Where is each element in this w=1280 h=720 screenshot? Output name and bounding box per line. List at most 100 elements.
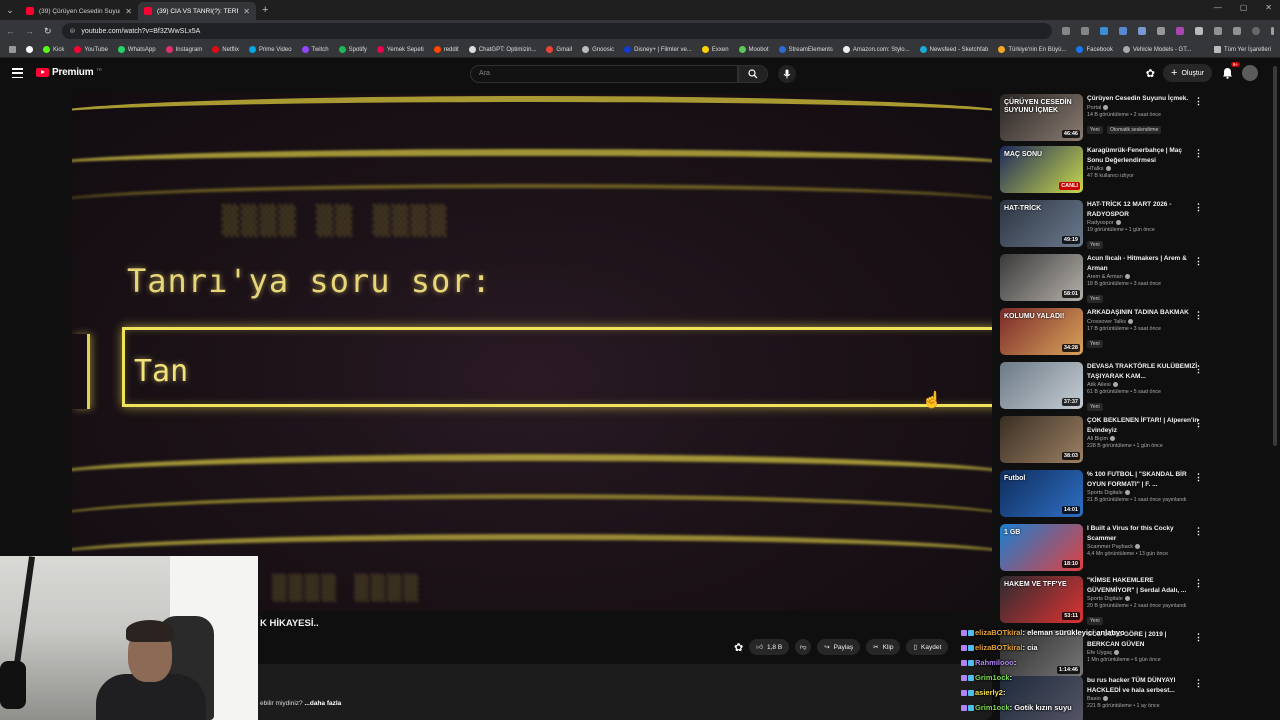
video-thumbnail[interactable]: MAÇ SONU CANLI bbox=[1000, 146, 1083, 193]
bookmark-item[interactable]: Gnoosic bbox=[577, 46, 619, 53]
like-button[interactable]: 👍︎ 1,8 B bbox=[749, 639, 790, 655]
extension-icon[interactable] bbox=[1100, 27, 1108, 35]
bookmark-item[interactable]: Disney+ | Filmler ve... bbox=[619, 46, 697, 53]
sidebar-panel-icon[interactable] bbox=[1233, 27, 1241, 35]
video-title[interactable]: % 100 FUTBOL | "SKANDAL BİR OYUN FORMATI… bbox=[1087, 470, 1199, 489]
bookmark-item[interactable]: Amazon.com: Stylo... bbox=[838, 46, 915, 53]
bookmark-item[interactable]: Türkiye'nin En Büyü... bbox=[993, 46, 1071, 53]
recommended-video[interactable]: Futbol 14:01 % 100 FUTBOL | "SKANDAL BİR O… bbox=[1000, 470, 1270, 522]
maximize-icon[interactable]: ▢ bbox=[1240, 3, 1248, 12]
channel-name[interactable]: Atik Ailesi bbox=[1087, 382, 1199, 388]
video-thumbnail[interactable]: HAKEM VE TFF'YE 53:11 bbox=[1000, 576, 1083, 623]
avatar[interactable] bbox=[1242, 65, 1258, 81]
tab-close-icon[interactable]: ✕ bbox=[243, 7, 250, 16]
channel-name[interactable]: HTalks bbox=[1087, 166, 1199, 172]
bookmark-item[interactable]: reddit bbox=[429, 46, 464, 53]
video-thumbnail[interactable]: 58:01 bbox=[1000, 254, 1083, 301]
browser-menu-icon[interactable] bbox=[1271, 27, 1274, 35]
channel-gear-icon[interactable]: ✿ bbox=[734, 641, 743, 654]
show-more-link[interactable]: ...daha fazla bbox=[304, 700, 341, 707]
recommended-video[interactable]: MAÇ SONU CANLI Karagümrük-Fenerbahçe | Maç… bbox=[1000, 146, 1270, 198]
browser-tab[interactable]: (39) Çürüyen Cesedin Suyunu İçmek ✕ bbox=[20, 2, 138, 20]
reload-icon[interactable]: ↻ bbox=[44, 26, 52, 37]
video-thumbnail[interactable]: KOLUMU YALADI! 34:28 bbox=[1000, 308, 1083, 355]
bookmark-item[interactable]: Moobot bbox=[734, 46, 774, 53]
bookmark-item[interactable]: Yemek Sepeti bbox=[372, 46, 429, 53]
chat-username[interactable]: asierly2 bbox=[975, 688, 1003, 697]
bookmark-item[interactable]: Spotify bbox=[334, 46, 372, 53]
recommended-video[interactable]: HAKEM VE TFF'YE 53:11 "KİMSE HAKEMLERE GÜV… bbox=[1000, 576, 1270, 628]
more-options-icon[interactable]: ⋮ bbox=[1194, 578, 1203, 589]
new-tab-icon[interactable]: + bbox=[262, 4, 268, 16]
extension-icon[interactable] bbox=[1062, 27, 1070, 35]
channel-name[interactable]: Sports Digitale bbox=[1087, 596, 1199, 602]
channel-name[interactable]: Sports Digitale bbox=[1087, 490, 1199, 496]
bookmark-item[interactable]: Kick bbox=[38, 46, 69, 53]
recommended-video[interactable]: ÇÜRÜYEN CESEDİN SUYUNU İÇMEK 46:46 Çürüyen… bbox=[1000, 94, 1270, 146]
recommended-video[interactable]: 37:37 DEVASA TRAKTÖRLE KULÜBEMIZİ TAŞIYAR… bbox=[1000, 362, 1270, 414]
cast-gear-icon[interactable]: ✿ bbox=[1146, 67, 1155, 80]
more-options-icon[interactable]: ⋮ bbox=[1194, 310, 1203, 321]
extension-icon[interactable] bbox=[1176, 27, 1184, 35]
bookmark-item[interactable]: ChatGPT: Optimizin... bbox=[464, 46, 542, 53]
video-thumbnail[interactable]: 38:03 bbox=[1000, 416, 1083, 463]
recommended-video[interactable]: 58:01 Acun Ilıcalı - Hitmakers | Arem & A… bbox=[1000, 254, 1270, 306]
video-title[interactable]: Acun Ilıcalı - Hitmakers | Arem & Arman bbox=[1087, 254, 1199, 273]
back-icon[interactable]: ← bbox=[6, 26, 15, 36]
channel-name[interactable]: Radyospor bbox=[1087, 220, 1199, 226]
extension-icon[interactable] bbox=[1138, 27, 1146, 35]
chat-username[interactable]: Grim1ock bbox=[975, 673, 1010, 682]
more-options-icon[interactable]: ⋮ bbox=[1194, 202, 1203, 213]
bookmark-item[interactable]: Facebook bbox=[1071, 46, 1117, 53]
tab-close-icon[interactable]: ✕ bbox=[125, 7, 132, 16]
extension-icon[interactable] bbox=[1195, 27, 1203, 35]
share-button[interactable]: ↪ Paylaş bbox=[817, 639, 861, 655]
notifications-button[interactable]: 9+ bbox=[1220, 62, 1240, 80]
video-thumbnail[interactable]: 37:37 bbox=[1000, 362, 1083, 409]
extension-icon[interactable] bbox=[1157, 27, 1165, 35]
page-scrollbar[interactable] bbox=[1273, 66, 1277, 446]
chat-username[interactable]: Rahmilooo bbox=[975, 658, 1014, 667]
recommended-video[interactable]: HAT-TRİCK 49:19 HAT-TRİCK 12 MART 2026 - R… bbox=[1000, 200, 1270, 252]
video-player[interactable]: ▒▒▒▒ ▒▒ ▒▒▒▒ Tanrı'ya soru sor: Tan ▒▒▒▒… bbox=[72, 94, 992, 611]
video-thumbnail[interactable]: ÇÜRÜYEN CESEDİN SUYUNU İÇMEK 46:46 bbox=[1000, 94, 1083, 141]
bookmark-item[interactable]: StreamElements bbox=[774, 46, 838, 53]
chat-username[interactable]: elizaBOTkiral bbox=[975, 643, 1023, 652]
browser-tab-active[interactable]: (39) CIA VS TANRI(?): TERRY DAVIS ✕ bbox=[138, 2, 256, 20]
search-button[interactable] bbox=[738, 65, 768, 83]
channel-name[interactable]: Arem & Arman bbox=[1087, 274, 1199, 280]
bookmark-item[interactable]: Netflix bbox=[207, 46, 244, 53]
more-options-icon[interactable]: ⋮ bbox=[1194, 96, 1203, 107]
window-close-icon[interactable]: ✕ bbox=[1265, 3, 1272, 12]
video-title[interactable]: Karagümrük-Fenerbahçe | Maç Sonu Değerle… bbox=[1087, 146, 1199, 165]
video-thumbnail[interactable]: Futbol 14:01 bbox=[1000, 470, 1083, 517]
profile-icon[interactable] bbox=[1252, 27, 1260, 35]
bookmark-item[interactable]: Instagram bbox=[161, 46, 208, 53]
video-title[interactable]: I Built a Virus for this Cocky Scammer bbox=[1087, 524, 1199, 543]
chat-username[interactable]: Grim1ock bbox=[975, 703, 1010, 712]
bookmark-item[interactable]: Exxen bbox=[697, 46, 734, 53]
video-title[interactable]: DEVASA TRAKTÖRLE KULÜBEMIZİ TAŞIYARAK KA… bbox=[1087, 362, 1199, 381]
bookmark-item[interactable]: Newsfeed - Sketchfab bbox=[915, 46, 994, 53]
url-bar[interactable]: ⊜ youtube.com/watch?v=Bf3ZWwSLx5A bbox=[61, 23, 1052, 39]
extension-icon[interactable] bbox=[1119, 27, 1127, 35]
more-options-icon[interactable]: ⋮ bbox=[1194, 148, 1203, 159]
recommended-video[interactable]: KOLUMU YALADI! 34:28 ARKADAŞININ TADINA BA… bbox=[1000, 308, 1270, 360]
more-options-icon[interactable]: ⋮ bbox=[1194, 364, 1203, 375]
create-button[interactable]: + Oluştur bbox=[1163, 64, 1212, 82]
channel-name[interactable]: Crossover Talks bbox=[1087, 319, 1199, 325]
channel-name[interactable]: Portal bbox=[1087, 105, 1199, 111]
more-options-icon[interactable]: ⋮ bbox=[1194, 256, 1203, 267]
video-thumbnail[interactable]: HAT-TRİCK 49:19 bbox=[1000, 200, 1083, 247]
bookmark-item[interactable]: Gmail bbox=[541, 46, 577, 53]
channel-name[interactable]: Scammer Payback bbox=[1087, 544, 1199, 550]
apps-grid-icon[interactable] bbox=[4, 46, 21, 53]
save-button[interactable]: ▯ Kaydet bbox=[906, 639, 949, 655]
chat-username[interactable]: elizaBOTkiral bbox=[975, 628, 1023, 637]
bookmark-item[interactable]: Prime Video bbox=[244, 46, 297, 53]
site-info-icon[interactable]: ⊜ bbox=[70, 27, 76, 35]
bookmark-item[interactable]: YouTube bbox=[69, 46, 113, 53]
more-options-icon[interactable]: ⋮ bbox=[1194, 472, 1203, 483]
more-options-icon[interactable]: ⋮ bbox=[1194, 526, 1203, 537]
video-thumbnail[interactable]: 1 GB 18:10 bbox=[1000, 524, 1083, 571]
